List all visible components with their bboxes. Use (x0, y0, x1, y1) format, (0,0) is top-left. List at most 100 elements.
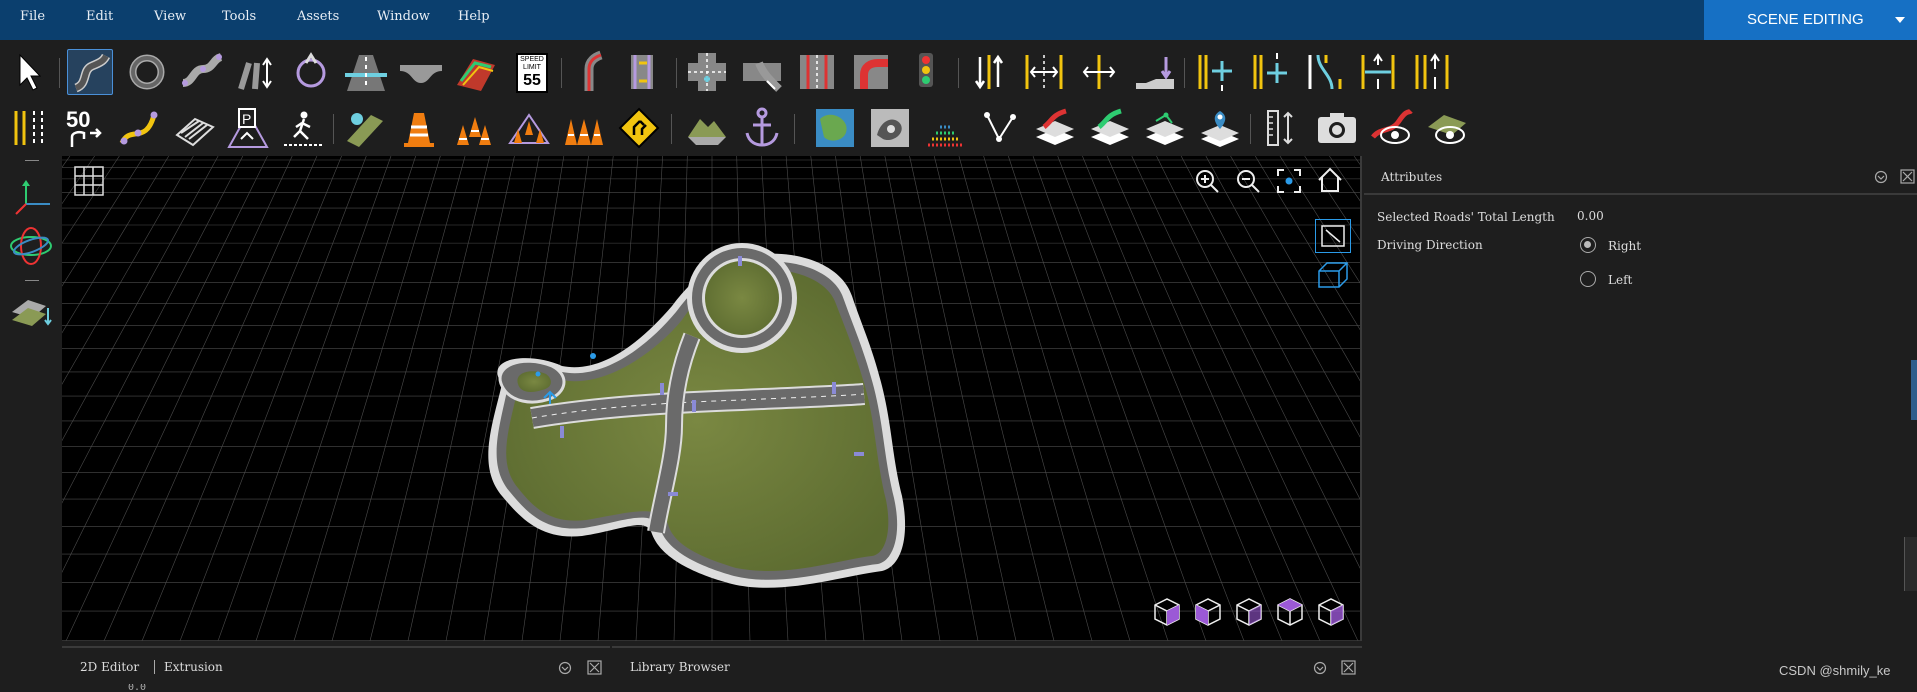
lane-rotate-icon[interactable] (288, 49, 334, 95)
scenario-path-icon[interactable] (977, 105, 1023, 151)
view-cube-right-icon[interactable] (1233, 596, 1265, 628)
lane-width-adjust-icon[interactable] (1076, 49, 1122, 95)
junction-icon[interactable] (684, 49, 730, 95)
menu-help[interactable]: Help (458, 9, 490, 24)
extrusion-tab[interactable]: Extrusion (164, 660, 223, 674)
menu-tools[interactable]: Tools (222, 9, 256, 24)
cone-set-icon[interactable] (561, 105, 607, 151)
junction-curve-icon[interactable] (739, 49, 785, 95)
panel-scroll-handle[interactable] (1911, 360, 1917, 420)
crosswalk-area-icon[interactable] (171, 105, 217, 151)
perspective-view-icon[interactable] (1315, 259, 1351, 291)
elevation-map-icon[interactable] (867, 105, 913, 151)
prop-place-icon[interactable] (341, 105, 387, 151)
layer-points-icon[interactable] (1142, 105, 1188, 151)
axis-gizmo-icon[interactable] (10, 176, 54, 216)
road-curve-icon[interactable] (67, 49, 113, 95)
2d-editor-title[interactable]: 2D Editor (80, 660, 139, 674)
grid-toggle-icon[interactable] (74, 166, 104, 196)
cone-area-icon[interactable] (506, 105, 552, 151)
lane-marking-icon[interactable] (6, 105, 52, 151)
panel-float-icon[interactable] (1874, 170, 1888, 184)
terrain-layer-icon[interactable] (8, 294, 54, 330)
total-length-label: Selected Roads' Total Length (1377, 210, 1555, 224)
road-paint-icon[interactable] (453, 49, 499, 95)
anchor-icon[interactable] (739, 105, 785, 151)
menu-window[interactable]: Window (377, 9, 430, 24)
highway-icon[interactable] (343, 49, 389, 95)
scene-canvas[interactable] (62, 156, 1362, 641)
attributes-title: Attributes (1381, 170, 1443, 184)
zoom-out-icon[interactable] (1235, 168, 1261, 194)
lane-direction-icon[interactable] (966, 49, 1012, 95)
lane-marking-add-icon[interactable] (1192, 49, 1238, 95)
mode-label: SCENE EDITING (1747, 11, 1864, 28)
scene-editing-mode-dropdown[interactable]: SCENE EDITING (1704, 0, 1917, 40)
lane-elevation-icon[interactable] (1132, 49, 1178, 95)
panel-float-icon[interactable] (1313, 661, 1327, 675)
menu-edit[interactable]: Edit (86, 9, 113, 24)
traffic-light-icon[interactable] (903, 49, 949, 95)
road-fork-icon[interactable] (569, 49, 615, 95)
road-network[interactable] (488, 243, 906, 588)
terrain-icon[interactable] (684, 105, 730, 151)
panel-close-icon[interactable] (587, 660, 602, 675)
speed-limit-marking-icon[interactable]: 50 (60, 105, 106, 151)
lane-shift-icon[interactable] (621, 49, 667, 95)
junction-turn-icon[interactable] (848, 49, 894, 95)
layer-road-green-icon[interactable] (1087, 105, 1133, 151)
yield-sign-icon[interactable] (616, 105, 662, 151)
direction-right-option[interactable]: Right (1580, 237, 1680, 257)
focus-selection-icon[interactable] (1276, 168, 1302, 194)
toolbar-row-2: 50 P (0, 100, 1917, 156)
speed-limit-sign-icon[interactable]: SPEED LIMIT 55 (509, 49, 555, 95)
lane-marking-split-icon[interactable] (1355, 49, 1401, 95)
parking-icon[interactable]: P (225, 105, 271, 151)
scene-visibility-icon[interactable] (1424, 105, 1470, 151)
bridge-icon[interactable] (398, 49, 444, 95)
satellite-image-icon[interactable] (812, 105, 858, 151)
ortho-view-button[interactable] (1315, 219, 1351, 253)
partial-value: 0.0 (128, 684, 147, 692)
roundabout-icon[interactable] (124, 49, 170, 95)
direction-left-option[interactable]: Left (1580, 271, 1680, 291)
view-cube-top-icon[interactable] (1274, 596, 1306, 628)
pedestrian-crossing-icon[interactable] (280, 105, 326, 151)
menu-assets[interactable]: Assets (297, 9, 339, 24)
layer-road-icon[interactable] (1032, 105, 1078, 151)
road-split-icon[interactable] (233, 49, 279, 95)
rotate-gizmo-icon[interactable] (8, 226, 54, 266)
3d-viewport[interactable] (62, 156, 1362, 641)
view-cube-front-icon[interactable] (1151, 596, 1183, 628)
panel-float-icon[interactable] (558, 661, 572, 675)
view-cube-left-icon[interactable] (1192, 596, 1224, 628)
view-cube-back-icon[interactable] (1315, 596, 1347, 628)
camera-icon[interactable] (1314, 105, 1360, 151)
toolbar-row-1: SPEED LIMIT 55 (0, 44, 1917, 100)
panel-close-icon[interactable] (1900, 169, 1915, 184)
lane-width-icon[interactable] (1021, 49, 1067, 95)
cone-row-icon[interactable] (451, 105, 497, 151)
point-cloud-icon[interactable] (922, 105, 968, 151)
measure-icon[interactable] (1258, 105, 1304, 151)
home-view-icon[interactable] (1316, 166, 1344, 194)
layer-pin-icon[interactable] (1197, 105, 1243, 151)
menu-file[interactable]: File (20, 9, 45, 24)
path-spline-icon[interactable] (116, 105, 162, 151)
zoom-in-icon[interactable] (1194, 168, 1220, 194)
lane-marking-add2-icon[interactable] (1247, 49, 1293, 95)
road-visibility-icon[interactable] (1369, 105, 1415, 151)
road-spline-icon[interactable] (179, 49, 225, 95)
menu-view[interactable]: View (154, 9, 186, 24)
radio-left[interactable] (1580, 271, 1596, 287)
total-length-value: 0.00 (1577, 209, 1604, 223)
radio-right[interactable] (1580, 237, 1596, 253)
lane-marking-curve-icon[interactable] (1302, 49, 1348, 95)
select-arrow-icon[interactable] (6, 49, 52, 95)
library-browser-title[interactable]: Library Browser (630, 660, 730, 674)
lane-marking-join-icon[interactable] (1409, 49, 1455, 95)
junction-straight-icon[interactable] (794, 49, 840, 95)
panel-close-icon[interactable] (1341, 660, 1356, 675)
side-indicator (1904, 537, 1917, 591)
traffic-cone-icon[interactable] (396, 105, 442, 151)
